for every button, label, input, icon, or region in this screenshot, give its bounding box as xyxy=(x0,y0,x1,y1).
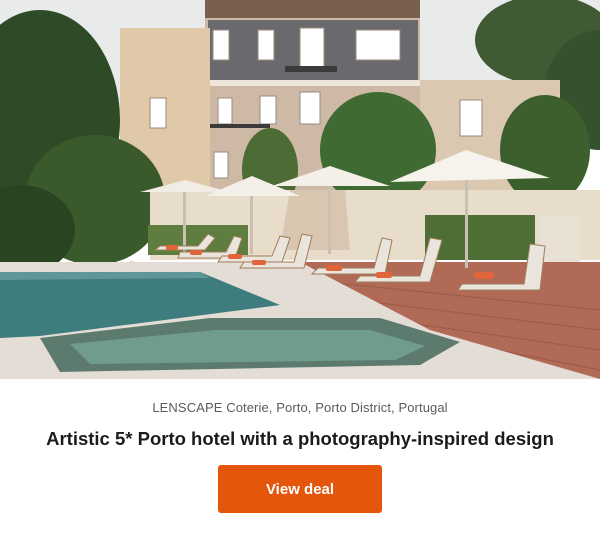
deal-card[interactable]: LENSCAPE Coterie, Porto, Porto District,… xyxy=(0,0,600,537)
hotel-location: LENSCAPE Coterie, Porto, Porto District,… xyxy=(152,400,448,415)
deal-headline[interactable]: Artistic 5* Porto hotel with a photograp… xyxy=(0,428,600,450)
hotel-photo[interactable] xyxy=(0,0,600,379)
view-deal-button[interactable]: View deal xyxy=(218,465,382,513)
